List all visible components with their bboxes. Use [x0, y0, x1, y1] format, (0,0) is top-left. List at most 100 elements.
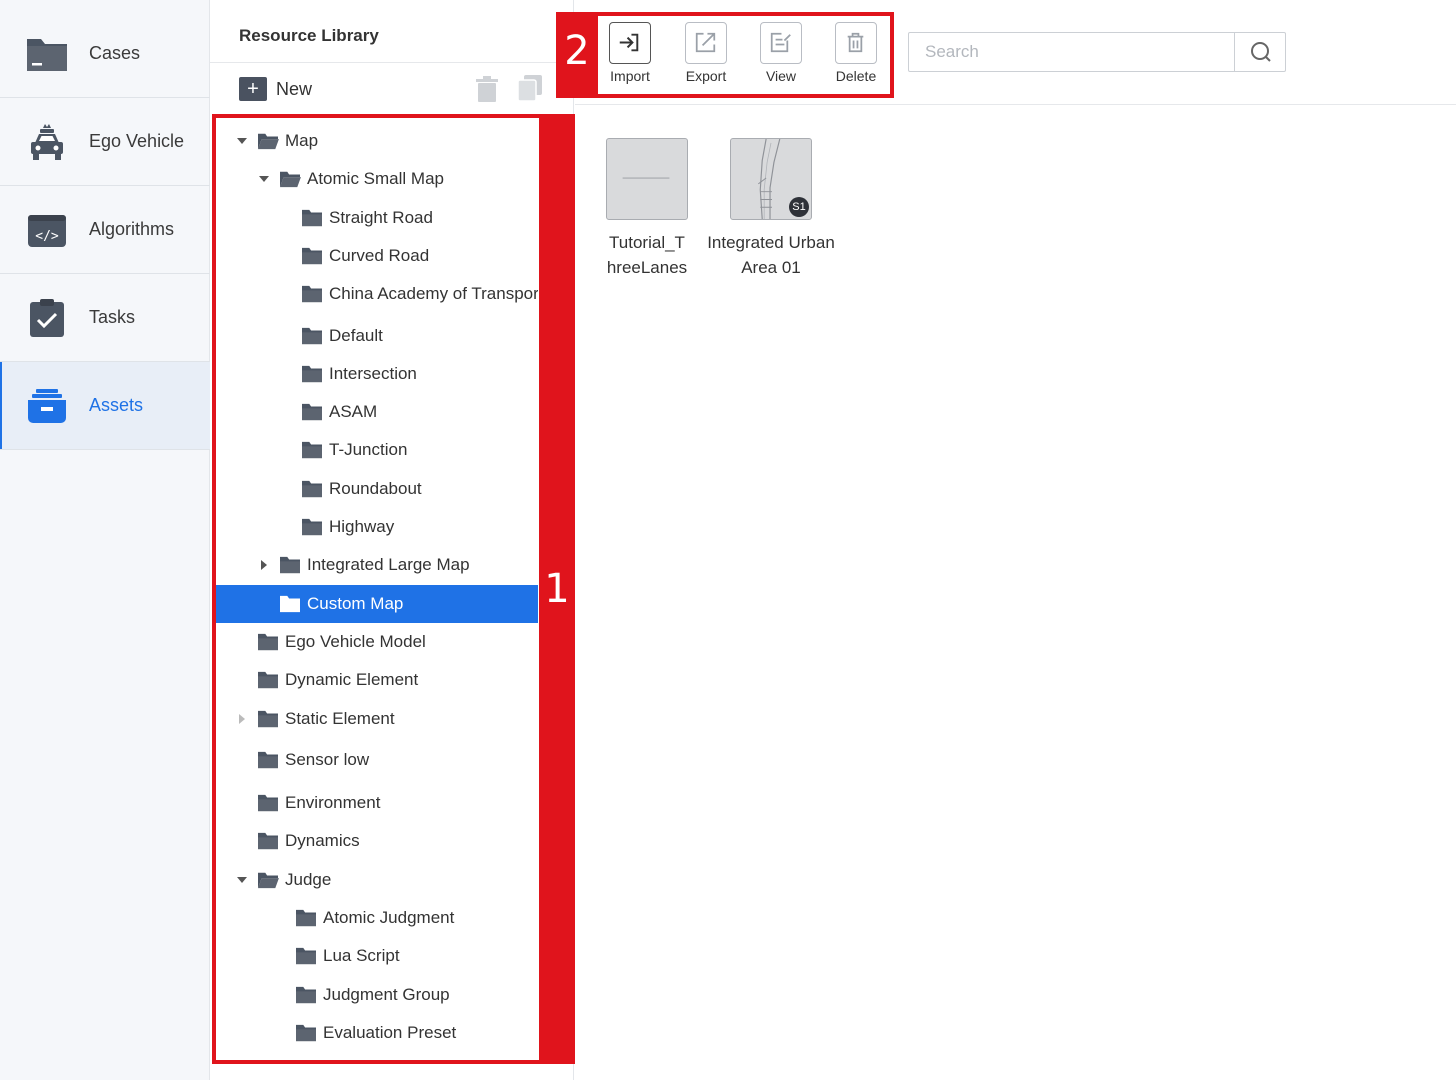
- folder-open-icon: [258, 133, 279, 150]
- panel-title: Resource Library: [239, 26, 379, 45]
- nav-item-label: Assets: [89, 395, 144, 415]
- tree-node[interactable]: Atomic Judgment: [216, 899, 538, 937]
- folder-icon: [302, 286, 322, 303]
- search-input[interactable]: [909, 33, 1234, 71]
- caret-right-icon[interactable]: [236, 713, 248, 725]
- nav-item-label: Tasks: [89, 307, 136, 327]
- checklist-icon: [30, 298, 64, 337]
- plus-icon: +: [239, 77, 267, 101]
- folder-icon: [296, 948, 316, 965]
- tree-node-label: Map: [285, 131, 319, 150]
- nav-item-assets[interactable]: Assets: [0, 362, 210, 450]
- folder-icon: [258, 751, 278, 768]
- folder-open-icon: [280, 172, 301, 188]
- nav-item-algorithms[interactable]: </> Algorithms: [0, 186, 210, 274]
- folder-icon: [258, 794, 278, 812]
- resource-tree: Map Atomic Small Map Straight Road Curved R…: [216, 117, 538, 1061]
- tree-node[interactable]: Dynamic Element: [216, 661, 538, 699]
- tree-node-label: Roundabout: [329, 478, 422, 498]
- nav-item-cases[interactable]: Cases: [0, 10, 210, 98]
- tree-node[interactable]: Intersection: [216, 355, 538, 393]
- tree-node-label: Integrated Large Map: [307, 555, 470, 575]
- tree-node-label: Static Element: [285, 708, 395, 728]
- asset-card[interactable]: S1 Integrated Urban Area 01: [705, 138, 837, 288]
- caret-down-icon[interactable]: [236, 874, 248, 886]
- divider: [575, 104, 1456, 105]
- folder-icon: [296, 1024, 316, 1042]
- caret-down-icon[interactable]: [258, 173, 270, 185]
- tree-node[interactable]: China Academy of Transportation: [216, 275, 538, 313]
- asset-thumbnail: [606, 138, 688, 220]
- tree-node-label: T-Junction: [329, 440, 408, 460]
- folder-icon: [302, 403, 322, 421]
- new-button[interactable]: + New: [239, 77, 312, 101]
- tree-node[interactable]: Static Element: [216, 700, 538, 738]
- view-button[interactable]: View: [751, 22, 811, 88]
- tree-node[interactable]: Highway: [216, 508, 538, 546]
- nav-item-ego-vehicle[interactable]: Ego Vehicle: [0, 98, 210, 186]
- tree-node-label: ASAM: [329, 402, 378, 422]
- folder-icon: [280, 595, 300, 612]
- tree-node[interactable]: ASAM: [216, 393, 538, 431]
- tree-node-label: Curved Road: [329, 245, 430, 265]
- folder-icon: [302, 518, 322, 536]
- caret-right-icon[interactable]: [258, 559, 270, 571]
- import-icon: [619, 33, 639, 52]
- import-label: Import: [610, 68, 650, 84]
- import-button[interactable]: Import: [600, 22, 660, 88]
- tree-node[interactable]: T-Junction: [216, 431, 538, 469]
- car-icon: [31, 123, 63, 160]
- tree-node-label: Dynamics: [285, 831, 360, 851]
- svg-text:</>: </>: [35, 229, 59, 244]
- folder-open-icon: [258, 872, 279, 888]
- search-button[interactable]: [1234, 33, 1286, 71]
- tree-node[interactable]: Atomic Small Map: [216, 160, 538, 198]
- copy-icon[interactable]: [518, 75, 542, 101]
- tree-node[interactable]: Curved Road: [216, 237, 538, 275]
- folder-icon: [258, 672, 278, 689]
- folder-icon: [280, 557, 300, 574]
- delete-label: Delete: [835, 68, 877, 84]
- tree-node-label: Straight Road: [329, 207, 433, 227]
- tree-node-label: Dynamic Element: [285, 670, 419, 690]
- export-button[interactable]: Export: [676, 22, 736, 88]
- folder-icon: [258, 710, 278, 727]
- tree-node[interactable]: Evaluation Preset: [216, 1014, 538, 1052]
- tree-node[interactable]: Roundabout: [216, 470, 538, 508]
- caret-down-icon[interactable]: [236, 135, 248, 147]
- tree-node[interactable]: Judge: [216, 861, 538, 899]
- tree-node[interactable]: Default: [216, 317, 538, 355]
- tree-node[interactable]: Straight Road: [216, 199, 538, 237]
- tree-node-label: Sensor low: [285, 749, 370, 769]
- tree-node[interactable]: Ego Vehicle Model: [216, 623, 538, 661]
- tree-node-label: Judgment Group: [323, 984, 450, 1004]
- divider: [210, 62, 574, 63]
- tree-node[interactable]: Judgment Group: [216, 976, 538, 1014]
- code-icon: </>: [28, 214, 66, 247]
- folder-icon: [302, 365, 322, 382]
- tree-node-label: Highway: [329, 517, 395, 536]
- tree-node[interactable]: Sensor low: [216, 741, 538, 779]
- asset-card[interactable]: Tutorial_T hreeLanes: [581, 138, 713, 288]
- delete-button[interactable]: Delete: [826, 22, 886, 88]
- tree-node[interactable]: Map: [216, 122, 538, 160]
- tree-node-label: Environment: [285, 793, 381, 813]
- view-icon: [770, 32, 791, 53]
- tree-node-label: Atomic Small Map: [307, 169, 444, 189]
- tree-node-label: Judge: [285, 869, 332, 889]
- export-icon: [695, 32, 716, 53]
- tree-node[interactable]: Environment: [216, 784, 538, 822]
- tree-node-label: Evaluation Preset: [323, 1022, 457, 1042]
- tree-node-label: Default: [329, 325, 383, 345]
- search-icon: [1251, 42, 1271, 62]
- map-preview-icon: [622, 177, 670, 179]
- tree-node[interactable]: Custom Map: [216, 584, 538, 623]
- tree-node-label: Atomic Judgment: [323, 908, 455, 927]
- tree-node-label: Ego Vehicle Model: [285, 631, 426, 651]
- tree-node[interactable]: Integrated Large Map: [216, 546, 538, 584]
- nav-item-tasks[interactable]: Tasks: [0, 274, 210, 362]
- trash-icon[interactable]: [476, 76, 498, 102]
- nav-item-label: Algorithms: [89, 219, 175, 239]
- tree-node[interactable]: Dynamics: [216, 822, 538, 860]
- tree-node[interactable]: Lua Script: [216, 937, 538, 975]
